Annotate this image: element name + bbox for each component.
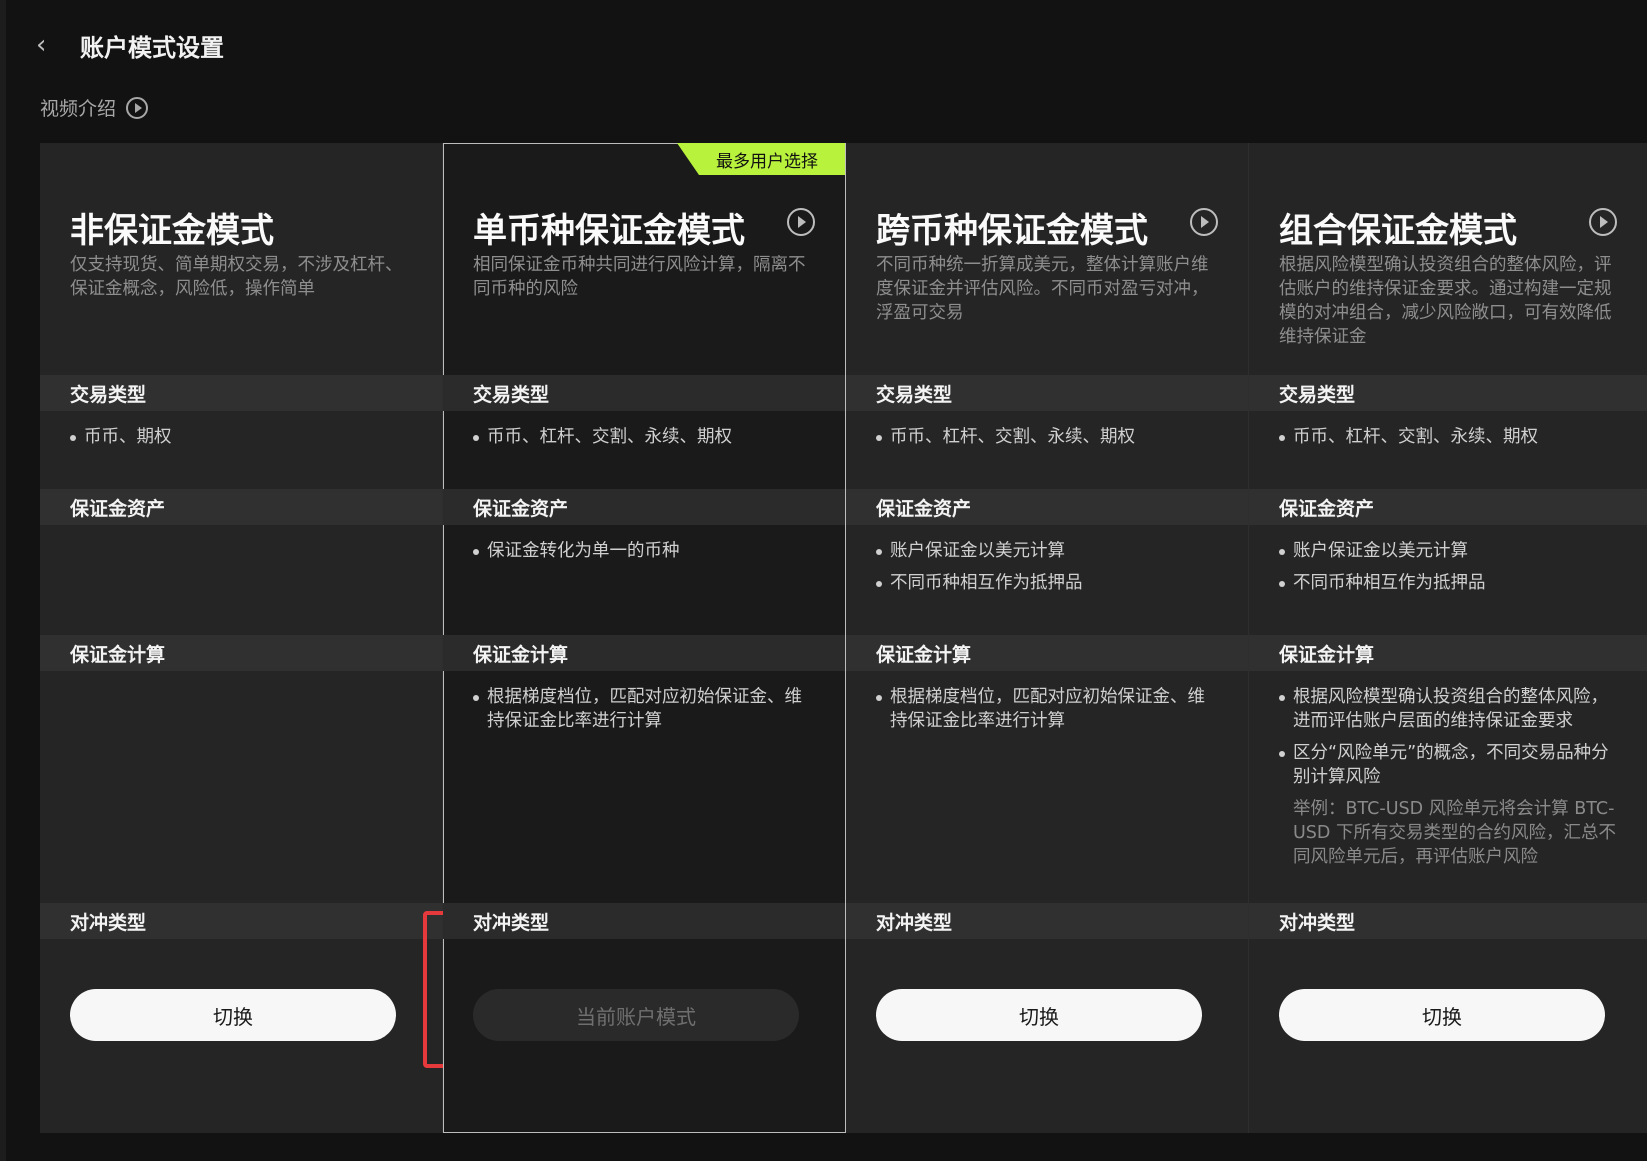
switch-button[interactable]: 切换 [1279, 989, 1605, 1041]
list-item: 保证金转化为单一的币种 [473, 539, 818, 563]
mode-title: 非保证金模式 [70, 211, 274, 251]
list-item: 账户保证金以美元计算 [876, 539, 1221, 563]
current-mode-button: 当前账户模式 [473, 989, 799, 1041]
mode-description: 根据风险模型确认投资组合的整体风险，评估账户的维持保证金要求。通过构建一定规模的… [1279, 255, 1612, 347]
mode-title: 跨币种保证金模式 [876, 211, 1148, 251]
section-trade-type: 交易类型 [846, 375, 1248, 411]
left-edge-panel [0, 0, 6, 1161]
mode-card-non-margin: 非保证金模式 仅支持现货、简单期权交易，不涉及杠杆、保证金概念，风险低，操作简单… [40, 143, 443, 1133]
page-header: ‹ 账户模式设置 [36, 28, 224, 62]
list-item: 根据梯度档位，匹配对应初始保证金、维持保证金比率进行计算 [876, 685, 1221, 733]
section-trade-type: 交易类型 [40, 375, 442, 411]
section-hedge-type: 对冲类型 [846, 903, 1248, 939]
trade-type-list: 币币、杠杆、交割、永续、期权 [876, 425, 1221, 457]
section-hedge-type: 对冲类型 [1249, 903, 1647, 939]
play-circle-icon[interactable] [1589, 208, 1617, 236]
trade-type-list: 币币、期权 [70, 425, 415, 457]
badge-label: 最多用户选择 [716, 151, 818, 172]
list-item: 根据梯度档位，匹配对应初始保证金、维持保证金比率进行计算 [473, 685, 818, 733]
list-item: 币币、期权 [70, 425, 415, 449]
margin-calc-list: 根据风险模型确认投资组合的整体风险，进而评估账户层面的维持保证金要求 区分“风险… [1279, 685, 1624, 869]
section-hedge-type: 对冲类型 [40, 903, 442, 939]
section-margin-assets: 保证金资产 [40, 489, 442, 525]
list-item: 币币、杠杆、交割、永续、期权 [876, 425, 1221, 449]
margin-assets-list: 账户保证金以美元计算 不同币种相互作为抵押品 [1279, 539, 1624, 603]
mode-comparison-grid: 非保证金模式 仅支持现货、简单期权交易，不涉及杠杆、保证金概念，风险低，操作简单… [40, 143, 1647, 1133]
margin-assets-list: 保证金转化为单一的币种 [473, 539, 818, 571]
video-intro-label: 视频介绍 [40, 98, 117, 120]
example-note: 举例：BTC-USD 风险单元将会计算 BTC-USD 下所有交易类型的合约风险… [1293, 799, 1616, 867]
mode-title: 组合保证金模式 [1279, 211, 1517, 251]
section-trade-type: 交易类型 [1249, 375, 1647, 411]
page-title: 账户模式设置 [80, 33, 224, 62]
margin-calc-list: 根据梯度档位，匹配对应初始保证金、维持保证金比率进行计算 [876, 685, 1221, 741]
section-margin-calc: 保证金计算 [40, 635, 442, 671]
margin-calc-list: 根据梯度档位，匹配对应初始保证金、维持保证金比率进行计算 [473, 685, 818, 741]
mode-card-portfolio: 组合保证金模式 根据风险模型确认投资组合的整体风险，评估账户的维持保证金要求。通… [1249, 143, 1647, 1133]
section-trade-type: 交易类型 [443, 375, 845, 411]
list-item: 不同币种相互作为抵押品 [1279, 571, 1624, 595]
video-intro-link[interactable]: 视频介绍 [40, 94, 149, 121]
switch-button[interactable]: 切换 [70, 989, 396, 1041]
list-item: 区分“风险单元”的概念，不同交易品种分别计算风险 [1279, 741, 1624, 789]
trade-type-list: 币币、杠杆、交割、永续、期权 [1279, 425, 1624, 457]
play-circle-icon[interactable] [787, 208, 815, 236]
list-item: 不同币种相互作为抵押品 [876, 571, 1221, 595]
mode-description: 仅支持现货、简单期权交易，不涉及杠杆、保证金概念，风险低，操作简单 [70, 255, 403, 299]
mode-card-single-currency: 最多用户选择 单币种保证金模式 相同保证金币种共同进行风险计算，隔离不同币种的风… [443, 143, 846, 1133]
mode-description: 不同币种统一折算成美元，整体计算账户维度保证金并评估风险。不同币对盈亏对冲，浮盈… [876, 255, 1209, 323]
section-hedge-type: 对冲类型 [443, 903, 845, 939]
section-margin-assets: 保证金资产 [846, 489, 1248, 525]
list-item: 币币、杠杆、交割、永续、期权 [1279, 425, 1624, 449]
play-circle-icon [126, 96, 149, 119]
section-margin-assets: 保证金资产 [443, 489, 845, 525]
trade-type-list: 币币、杠杆、交割、永续、期权 [473, 425, 818, 457]
chevron-left-icon[interactable]: ‹ [36, 32, 58, 58]
list-item: 币币、杠杆、交割、永续、期权 [473, 425, 818, 449]
list-item: 账户保证金以美元计算 [1279, 539, 1624, 563]
margin-assets-list: 账户保证金以美元计算 不同币种相互作为抵押品 [876, 539, 1221, 603]
switch-button[interactable]: 切换 [876, 989, 1202, 1041]
section-margin-calc: 保证金计算 [443, 635, 845, 671]
section-margin-calc: 保证金计算 [846, 635, 1248, 671]
play-circle-icon[interactable] [1190, 208, 1218, 236]
most-popular-badge: 最多用户选择 [677, 143, 845, 175]
list-item: 根据风险模型确认投资组合的整体风险，进而评估账户层面的维持保证金要求 [1279, 685, 1624, 733]
section-margin-calc: 保证金计算 [1249, 635, 1647, 671]
mode-card-cross-currency: 跨币种保证金模式 不同币种统一折算成美元，整体计算账户维度保证金并评估风险。不同… [846, 143, 1249, 1133]
section-margin-assets: 保证金资产 [1249, 489, 1647, 525]
mode-title: 单币种保证金模式 [473, 211, 745, 251]
mode-description: 相同保证金币种共同进行风险计算，隔离不同币种的风险 [473, 255, 806, 299]
